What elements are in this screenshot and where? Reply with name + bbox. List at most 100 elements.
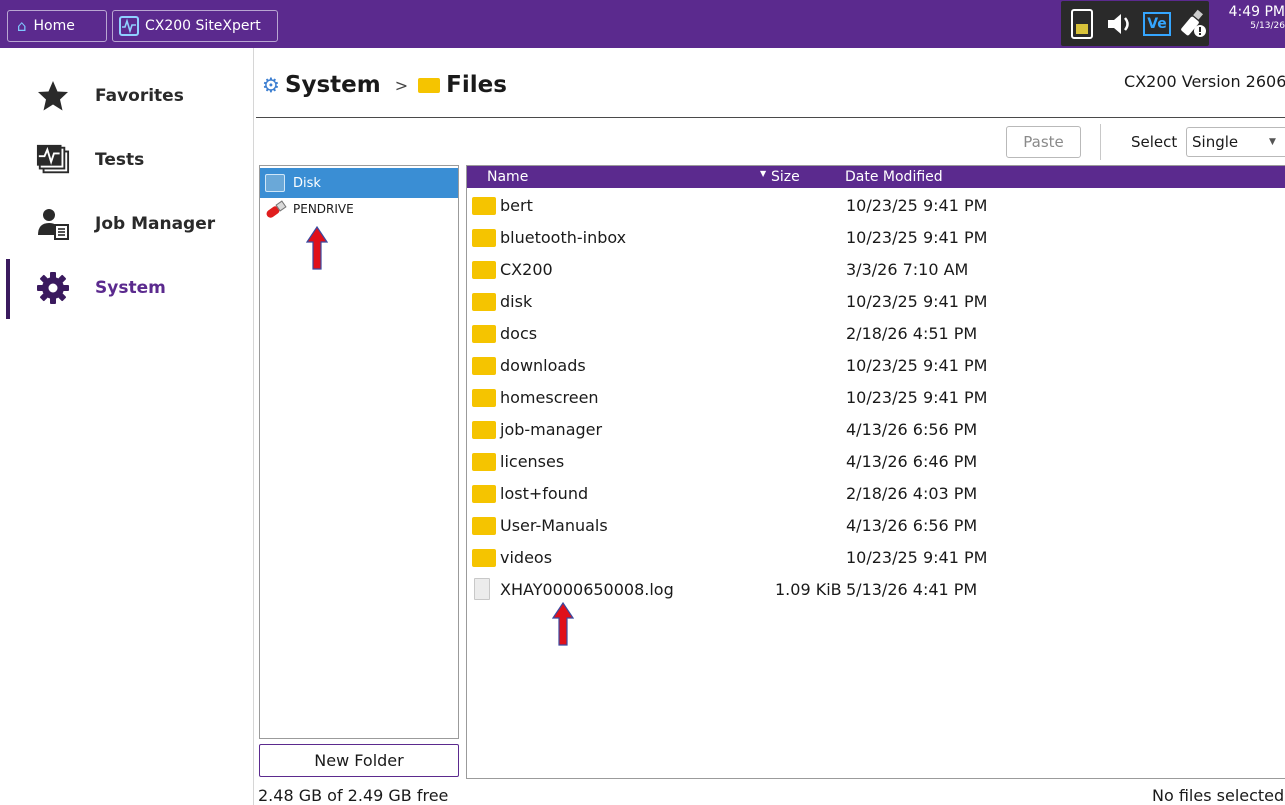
table-row[interactable]: bluetooth-inbox 10/23/25 9:41 PM	[467, 222, 1285, 254]
table-row[interactable]: disk 10/23/25 9:41 PM	[467, 286, 1285, 318]
sidebar-item-job-manager[interactable]: Job Manager	[0, 196, 254, 252]
sidebar-item-label: Favorites	[95, 86, 184, 106]
tests-icon	[36, 143, 70, 177]
home-button[interactable]: ⌂ Home	[7, 10, 107, 42]
clock-time: 4:49 PM	[1228, 4, 1285, 20]
folder-icon	[472, 453, 496, 471]
file-size: 1.09 KiB	[775, 580, 842, 599]
home-label: Home	[33, 18, 75, 34]
file-name: job-manager	[500, 420, 603, 439]
file-name: bluetooth-inbox	[500, 228, 627, 247]
usb-icon[interactable]	[1179, 9, 1207, 39]
file-list: Name ▼ Size Date Modified bert 10/23/25 …	[466, 165, 1285, 779]
home-icon: ⌂	[17, 17, 27, 35]
file-date: 3/3/26 7:10 AM	[846, 260, 969, 279]
battery-charging-icon[interactable]	[1071, 9, 1093, 39]
folder-icon	[472, 293, 496, 311]
table-row[interactable]: job-manager 4/13/26 6:56 PM	[467, 414, 1285, 446]
file-date: 4/13/26 6:56 PM	[846, 516, 978, 535]
free-space-status: 2.48 GB of 2.49 GB free	[258, 786, 449, 805]
column-header-date[interactable]: Date Modified	[845, 169, 943, 185]
table-row[interactable]: licenses 4/13/26 6:46 PM	[467, 446, 1285, 478]
tree-item-label: PENDRIVE	[293, 202, 354, 216]
folder-icon	[472, 325, 496, 343]
file-name: downloads	[500, 356, 586, 375]
table-row[interactable]: downloads 10/23/25 9:41 PM	[467, 350, 1285, 382]
tree-item-pendrive[interactable]: PENDRIVE	[260, 200, 458, 230]
table-row[interactable]: XHAY0000650008.log 1.09 KiB 5/13/26 4:41…	[467, 574, 1285, 606]
file-name: videos	[500, 548, 553, 567]
folder-icon	[472, 261, 496, 279]
ve-icon[interactable]: Ve	[1143, 12, 1171, 36]
file-date: 10/23/25 9:41 PM	[846, 388, 988, 407]
folder-icon	[472, 421, 496, 439]
status-tray: Ve	[1061, 1, 1209, 46]
clock: 4:49 PM 5/13/26	[1215, 4, 1285, 31]
top-bar: ⌂ Home CX200 SiteXpert Ve 4:49 PM 5/13/2…	[0, 0, 1285, 48]
select-label: Select	[1131, 133, 1178, 151]
sidebar-item-system[interactable]: System	[0, 260, 254, 316]
sidebar-item-label: Tests	[95, 150, 145, 170]
sidebar: Favorites Tests Job Manager System	[0, 48, 254, 805]
folder-icon	[472, 197, 496, 215]
file-name: CX200	[500, 260, 553, 279]
active-indicator	[6, 259, 10, 319]
selection-status: No files selected	[1152, 786, 1285, 805]
file-date: 4/13/26 6:46 PM	[846, 452, 978, 471]
table-row[interactable]: User-Manuals 4/13/26 6:56 PM	[467, 510, 1285, 542]
folder-icon	[472, 517, 496, 535]
red-up-arrow-icon	[552, 602, 574, 646]
red-up-arrow-icon	[306, 226, 328, 270]
file-name: User-Manuals	[500, 516, 608, 535]
selection-mode-dropdown[interactable]: Single ▼	[1186, 127, 1285, 157]
file-name: lost+found	[500, 484, 589, 503]
file-name: XHAY0000650008.log	[500, 580, 674, 599]
new-folder-button[interactable]: New Folder	[259, 744, 459, 777]
clock-date: 5/13/26	[1250, 21, 1285, 31]
breadcrumb-separator: >	[394, 75, 409, 95]
system-gear-icon: ⚙	[262, 73, 280, 97]
table-row[interactable]: homescreen 10/23/25 9:41 PM	[467, 382, 1285, 414]
selection-mode-value: Single	[1192, 133, 1239, 151]
job-manager-icon	[36, 207, 70, 241]
breadcrumb: ⚙ System > Files	[262, 68, 507, 102]
header-divider	[256, 117, 1285, 118]
paste-button[interactable]: Paste	[1006, 126, 1081, 158]
file-list-header: Name ▼ Size Date Modified	[467, 166, 1285, 188]
sidebar-item-label: Job Manager	[95, 214, 216, 234]
tree-item-label: Disk	[293, 175, 321, 191]
sidebar-item-favorites[interactable]: Favorites	[0, 68, 254, 124]
sidebar-item-label: System	[95, 278, 166, 298]
chevron-down-icon: ▼	[1269, 137, 1276, 147]
table-row[interactable]: videos 10/23/25 9:41 PM	[467, 542, 1285, 574]
file-date: 10/23/25 9:41 PM	[846, 548, 988, 567]
folder-icon	[472, 549, 496, 567]
file-date: 10/23/25 9:41 PM	[846, 356, 988, 375]
column-header-size[interactable]: Size	[771, 169, 800, 185]
table-row[interactable]: CX200 3/3/26 7:10 AM	[467, 254, 1285, 286]
disk-icon	[265, 174, 285, 192]
speaker-icon[interactable]	[1105, 9, 1135, 39]
folder-icon	[472, 229, 496, 247]
table-row[interactable]: bert 10/23/25 9:41 PM	[467, 190, 1285, 222]
toolbar-divider	[1100, 124, 1101, 160]
breadcrumb-files: Files	[446, 72, 507, 98]
file-name: bert	[500, 196, 533, 215]
folder-icon	[472, 389, 496, 407]
sitexpert-icon	[119, 16, 139, 36]
file-name: disk	[500, 292, 533, 311]
folder-icon	[472, 485, 496, 503]
file-date: 2/18/26 4:51 PM	[846, 324, 978, 343]
column-header-name[interactable]: Name	[487, 169, 528, 185]
table-row[interactable]: docs 2/18/26 4:51 PM	[467, 318, 1285, 350]
sidebar-item-tests[interactable]: Tests	[0, 132, 254, 188]
breadcrumb-system[interactable]: System	[285, 72, 381, 98]
app-tab-label: CX200 SiteXpert	[145, 18, 261, 34]
app-tab-cx200-sitexpert[interactable]: CX200 SiteXpert	[112, 10, 278, 42]
tree-item-disk[interactable]: Disk	[260, 168, 458, 198]
file-date: 5/13/26 4:41 PM	[846, 580, 978, 599]
table-row[interactable]: lost+found 2/18/26 4:03 PM	[467, 478, 1285, 510]
drive-tree: Disk PENDRIVE	[259, 165, 459, 739]
file-name: licenses	[500, 452, 565, 471]
star-icon	[36, 79, 70, 113]
